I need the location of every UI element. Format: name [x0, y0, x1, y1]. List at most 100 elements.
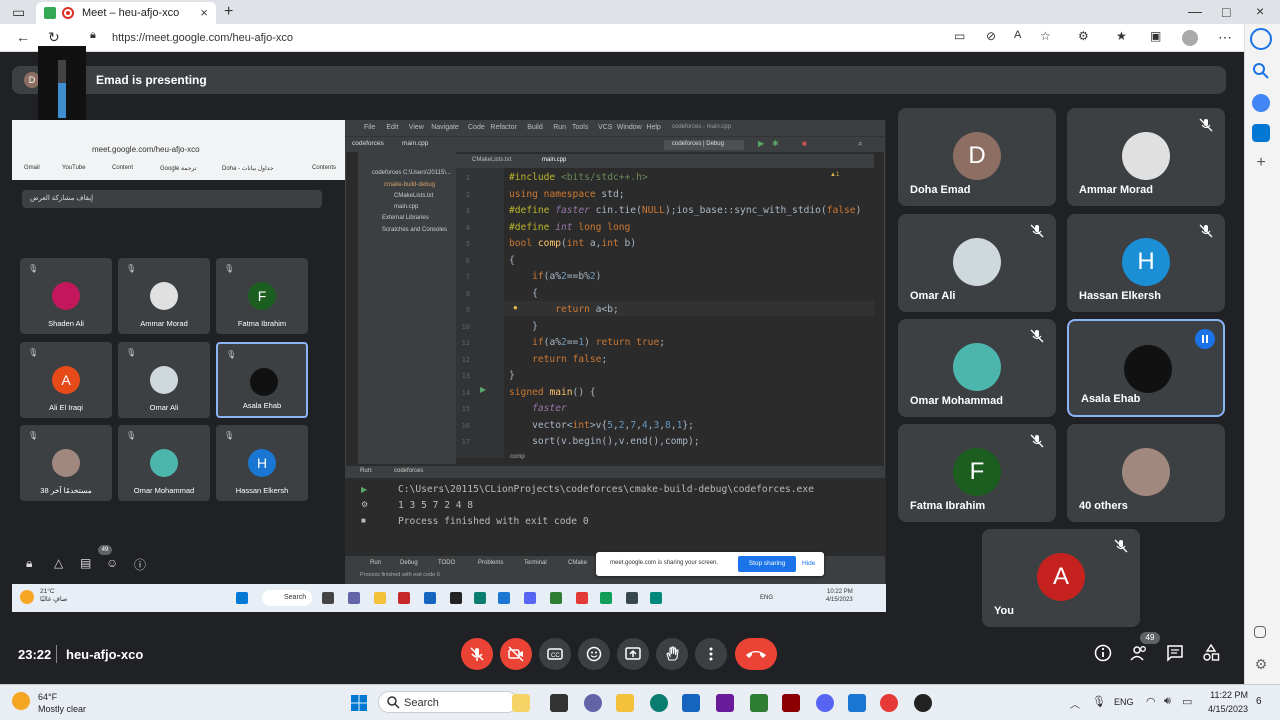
back-icon[interactable]: ← [16, 30, 30, 44]
line-number: 14 [461, 388, 470, 397]
shared-weather-icon [20, 590, 34, 604]
ide-tool-tab: Problems [478, 560, 504, 566]
participant-tile[interactable]: H Hassan Elkersh [1067, 214, 1225, 312]
weather-icon[interactable] [12, 692, 30, 710]
clock-date[interactable]: 4/15/2023 [1200, 704, 1248, 714]
participant-tile[interactable]: D Doha Emad [898, 108, 1056, 206]
add-sidebar-app-icon[interactable]: + [1252, 154, 1270, 172]
browser-tab[interactable]: Meet – heu-afjo-xco × [36, 2, 216, 24]
participant-tile[interactable]: Asala Ehab [1067, 319, 1225, 417]
camera-icon[interactable]: ▭ [954, 30, 965, 42]
split-screen-icon[interactable] [1254, 626, 1266, 638]
participant-tile[interactable]: Ammar Morad [1067, 108, 1225, 206]
shared-participant-tile: 🎙︎ Omar Ali [118, 342, 210, 418]
widgets-icon[interactable] [512, 694, 530, 712]
participant-tile[interactable]: 40 others [1067, 424, 1225, 522]
battery-icon[interactable]: ▭ [1182, 695, 1192, 708]
tab-title: Meet – heu-afjo-xco [82, 7, 180, 19]
present-button[interactable] [617, 638, 649, 670]
output-line: C:\Users\20115\CLionProjects\codeforces\… [398, 484, 814, 495]
minimize-icon[interactable]: — [1188, 4, 1202, 18]
volume-icon[interactable]: 🔊︎ [1164, 695, 1171, 708]
wifi-icon[interactable]: ◠ [1146, 695, 1156, 708]
bing-chat-icon[interactable] [1250, 28, 1272, 50]
store-icon[interactable] [682, 694, 700, 712]
people-button[interactable] [1130, 644, 1148, 667]
notification-count[interactable]: 6 [1256, 696, 1262, 707]
sidebar-settings-icon[interactable]: ⚙ [1252, 656, 1270, 674]
microphone-icon[interactable]: 🎙︎ [1092, 695, 1106, 708]
lock-icon[interactable]: 🔒︎ [90, 30, 96, 41]
tab-actions-icon[interactable]: ▭ [12, 5, 25, 19]
extensions-icon[interactable]: ⚙ [1078, 30, 1089, 42]
site-permissions-icon[interactable]: ⊘ [986, 30, 996, 42]
close-window-icon[interactable]: × [1256, 4, 1264, 18]
show-hidden-icons-icon[interactable]: ︿ [1070, 696, 1080, 711]
participant-name: Omar Ali [910, 290, 956, 302]
app-icon[interactable] [716, 694, 734, 712]
read-aloud-icon[interactable]: A [1014, 30, 1021, 41]
app-icon[interactable] [848, 694, 866, 712]
participant-name: Fatma Ibrahim [910, 500, 986, 512]
mic-off-icon [1199, 118, 1213, 132]
chrome-icon[interactable] [880, 694, 898, 712]
outlook-icon[interactable] [1252, 124, 1270, 142]
discord-icon[interactable] [816, 694, 834, 712]
activities-button[interactable] [1202, 643, 1220, 667]
chat-button[interactable] [1166, 644, 1184, 667]
participant-tile[interactable]: Omar Mohammad [898, 319, 1056, 417]
run-config-select: codeforces | Debug [664, 140, 744, 150]
url-field[interactable]: https://meet.google.com/heu-afjo-xco [112, 32, 293, 44]
code-line: vector<int>v{5,2,7,4,3,8,1}; [509, 419, 694, 431]
camera-toggle-button[interactable] [500, 638, 532, 670]
start-icon[interactable] [350, 694, 368, 712]
reload-icon[interactable]: ↻ [48, 30, 60, 44]
code-line: sort(v.begin(),v.end(),comp); [509, 436, 700, 447]
maximize-icon[interactable]: □ [1222, 5, 1230, 19]
file-explorer-icon[interactable] [616, 694, 634, 712]
captions-button[interactable]: CC [539, 638, 571, 670]
more-options-button[interactable] [695, 638, 727, 670]
weather-description[interactable]: Mostly clear [38, 704, 86, 714]
shared-clock: 10:22 PM 4/15/2023 [826, 588, 853, 604]
tools-icon[interactable] [1252, 94, 1270, 112]
leave-call-button[interactable] [735, 638, 777, 670]
mic-toggle-button[interactable] [461, 638, 493, 670]
favorites-bar-icon[interactable]: ★ [1116, 30, 1127, 42]
teams-icon[interactable] [584, 694, 602, 712]
xbox-icon[interactable] [750, 694, 768, 712]
ide-tool-tab: CMake [568, 560, 588, 566]
participant-tile[interactable]: A You [982, 529, 1140, 627]
clock-time[interactable]: 11:22 PM [1200, 690, 1248, 700]
warning-indicator: ▲1 [830, 172, 840, 178]
profile-avatar[interactable] [1182, 30, 1198, 46]
collections-icon[interactable]: ▣ [1150, 30, 1161, 42]
close-tab-icon[interactable]: × [200, 5, 208, 20]
edge-icon[interactable] [650, 694, 668, 712]
app-icon[interactable] [782, 694, 800, 712]
line-number: 7 [465, 273, 470, 281]
weather-temp[interactable]: 64°F [38, 692, 57, 702]
language-indicator[interactable]: ENG [1114, 697, 1134, 707]
favorite-icon[interactable]: ☆ [1040, 30, 1051, 42]
raise-hand-button[interactable] [656, 638, 688, 670]
activities-icon [1203, 643, 1220, 661]
presenter-label: Emad is presenting [96, 73, 207, 87]
meeting-details-button[interactable] [1094, 644, 1112, 667]
ide-menu-item: Navigate [431, 124, 459, 131]
participant-name: Fatma Ibrahim [237, 319, 287, 328]
participant-name: Ammar Morad [1079, 184, 1153, 196]
reactions-button[interactable] [578, 638, 610, 670]
participant-tile[interactable]: Omar Ali [898, 214, 1056, 312]
more-vert-icon [709, 647, 713, 661]
new-tab-icon[interactable]: + [224, 4, 233, 20]
svg-text:CC: CC [551, 653, 560, 659]
hang-up-icon [746, 651, 766, 658]
more-options-icon[interactable]: ⋯ [1218, 30, 1232, 44]
shared-people-badge: 49 [98, 545, 112, 555]
participant-tile[interactable]: F Fatma Ibrahim [898, 424, 1056, 522]
obs-icon[interactable] [914, 694, 932, 712]
participant-name: Doha Emad [910, 184, 971, 196]
search-icon[interactable] [1252, 62, 1270, 80]
task-view-icon[interactable] [550, 694, 568, 712]
